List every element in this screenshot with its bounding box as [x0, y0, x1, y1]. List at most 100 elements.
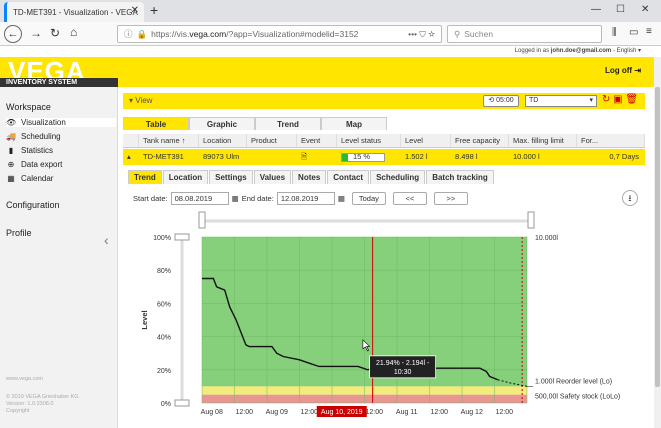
subtab-location[interactable]: Location [162, 170, 209, 184]
sidebar-profile[interactable]: Profile [6, 228, 32, 238]
col-forecast[interactable]: For... [577, 134, 645, 147]
range-slider-start-handle[interactable] [198, 211, 206, 229]
range-slider-end-handle[interactable] [527, 211, 535, 229]
calendar-icon[interactable]: ▦ [232, 194, 239, 203]
library-icon[interactable]: ⫼ [612, 27, 617, 38]
x-tick-label: Aug 08 [201, 409, 223, 416]
tab-graphic[interactable]: Graphic [189, 117, 255, 130]
back-icon[interactable]: ← [4, 25, 22, 43]
cell-forecast: 0,7 Days [609, 152, 639, 161]
y-range-bottom-handle[interactable] [174, 399, 190, 407]
info-icon: ⓘ [124, 29, 133, 39]
level-status-text: 15 % [353, 152, 371, 161]
page-scrollbar[interactable] [654, 57, 661, 428]
subtab-contact[interactable]: Contact [327, 170, 370, 184]
col-event[interactable]: Event [297, 134, 337, 147]
page-actions-icon[interactable]: ••• [408, 29, 417, 39]
cell-level: 1.502 l [405, 152, 428, 161]
scrollbar-thumb[interactable] [655, 87, 660, 387]
save-icon[interactable]: ▣ [613, 94, 622, 105]
col-product[interactable]: Product [247, 134, 297, 147]
maximize-icon[interactable]: ☐ [616, 4, 625, 15]
logoff-icon: ⇥ [634, 66, 642, 75]
col-max-filling[interactable]: Max. filling limit [509, 134, 577, 147]
chevron-down-icon: ▾ [589, 97, 593, 104]
tank-select[interactable]: TD ▾ [525, 95, 597, 107]
menu-icon[interactable]: ≡ [646, 26, 652, 37]
subtab-values[interactable]: Values [253, 170, 292, 184]
close-icon[interactable]: ✕ [131, 5, 139, 16]
url-actions[interactable]: ••• ⛉ ☆ [408, 29, 435, 40]
new-tab-icon[interactable]: + [150, 2, 158, 18]
cell-location: 89073 Ulm [203, 152, 240, 161]
table-row[interactable]: ▴ TD-MET391 89073 Ulm 🗎 15 % 1.502 l 8.4… [123, 149, 645, 165]
time-button[interactable]: ⟲ 05:00 [483, 95, 519, 107]
sidebar-item-statistics[interactable]: ▮ Statistics [6, 146, 53, 155]
collapse-row-icon[interactable]: ▴ [123, 149, 139, 165]
col-tank-name[interactable]: Tank name ↑ [139, 134, 199, 147]
trend-chart[interactable]: 100% 80% 60% 40% 20% 0% Level Aug 08 12:00 Aug 09… [123, 210, 654, 428]
sidebar-item-calendar[interactable]: ▦ Calendar [6, 174, 53, 183]
max-level-label: 10.000l [535, 235, 558, 242]
sidebar-configuration[interactable]: Configuration [6, 200, 60, 210]
home-icon[interactable]: ⌂ [70, 25, 77, 39]
sidebar-item-scheduling[interactable]: 🚚 Scheduling [6, 132, 61, 141]
collapse-sidebar-icon[interactable]: ‹ [104, 232, 109, 248]
sidebar-toggle-icon[interactable]: ▭ [629, 27, 638, 38]
cell-max: 10.000 l [513, 152, 540, 161]
download-chart-icon[interactable]: ⭳ [622, 190, 638, 206]
browser-search[interactable]: ⚲ Suchen [447, 25, 602, 43]
logo-subtitle: INVENTORY SYSTEM [0, 78, 118, 87]
bookmark-icon[interactable]: ☆ [428, 29, 435, 39]
next-button[interactable]: >> [433, 192, 468, 205]
reload-icon[interactable]: ↻ [50, 26, 60, 40]
end-date-input[interactable]: 12.08.2019 [276, 192, 335, 205]
today-button[interactable]: Today [351, 192, 386, 205]
col-level-status[interactable]: Level status [337, 134, 401, 147]
calendar-icon[interactable]: ▦ [338, 194, 345, 203]
x-tick-label: 12:00 [495, 409, 513, 416]
window-close-icon[interactable]: ✕ [641, 4, 649, 15]
logoff-button[interactable]: Log off ⇥ [605, 66, 641, 75]
footer-url[interactable]: www.vega.com [6, 376, 43, 383]
start-date-label: Start date: [133, 194, 168, 203]
subtab-scheduling[interactable]: Scheduling [370, 170, 426, 184]
delete-icon[interactable]: 🗑 [625, 94, 638, 105]
footer-copyright[interactable]: Copyright [6, 408, 30, 415]
truck-icon: 🚚 [6, 132, 16, 141]
subtab-trend[interactable]: Trend [128, 170, 162, 184]
subtab-notes[interactable]: Notes [292, 170, 327, 184]
browser-tab[interactable]: TD-MET391 - Visualization - VEGA ✕ [4, 2, 144, 22]
view-label: View [135, 96, 153, 105]
subtab-settings[interactable]: Settings [209, 170, 253, 184]
detail-tabs: Trend Location Settings Values Notes Con… [128, 170, 495, 184]
y-tick-label: 40% [157, 335, 171, 342]
sidebar-workspace[interactable]: Workspace [6, 102, 51, 112]
url-bar[interactable]: ⓘ 🔒 https://vis. vega.com/?app=Visualizat… [117, 25, 442, 43]
event-icon: 🗎 [301, 152, 308, 161]
pocket-icon[interactable]: ⛉ [419, 29, 425, 39]
sidebar-item-label: Scheduling [21, 132, 61, 141]
y-tick-label: 100% [153, 235, 171, 242]
refresh-icon[interactable]: ↻ [602, 94, 610, 105]
tab-map[interactable]: Map [321, 117, 387, 130]
language-select[interactable]: English [617, 48, 637, 54]
start-date-input[interactable]: 08.08.2019 [170, 192, 229, 205]
prev-button[interactable]: << [392, 192, 427, 205]
tooltip-text-time: 10:30 [394, 369, 412, 376]
col-free-capacity[interactable]: Free capacity [451, 134, 509, 147]
subtab-batch-tracking[interactable]: Batch tracking [426, 170, 494, 184]
tab-trend[interactable]: Trend [255, 117, 321, 130]
y-range-top-handle[interactable] [174, 233, 190, 241]
minimize-icon[interactable]: — [591, 4, 601, 15]
view-actions: ↻ ▣ 🗑 [602, 94, 638, 105]
sidebar-item-data-export[interactable]: ⊕ Data export [6, 160, 63, 169]
reorder-level-label: 1.000l Reorder level (Lo) [535, 378, 612, 385]
x-tick-label: Aug 10, 2019 [321, 409, 363, 416]
col-location[interactable]: Location [199, 134, 247, 147]
sidebar-item-visualization[interactable]: 👁 Visualization [6, 118, 116, 127]
url-domain: vega.com [189, 29, 227, 39]
col-level[interactable]: Level [401, 134, 451, 147]
tab-table[interactable]: Table [123, 117, 189, 130]
forward-icon[interactable]: → [30, 26, 42, 40]
